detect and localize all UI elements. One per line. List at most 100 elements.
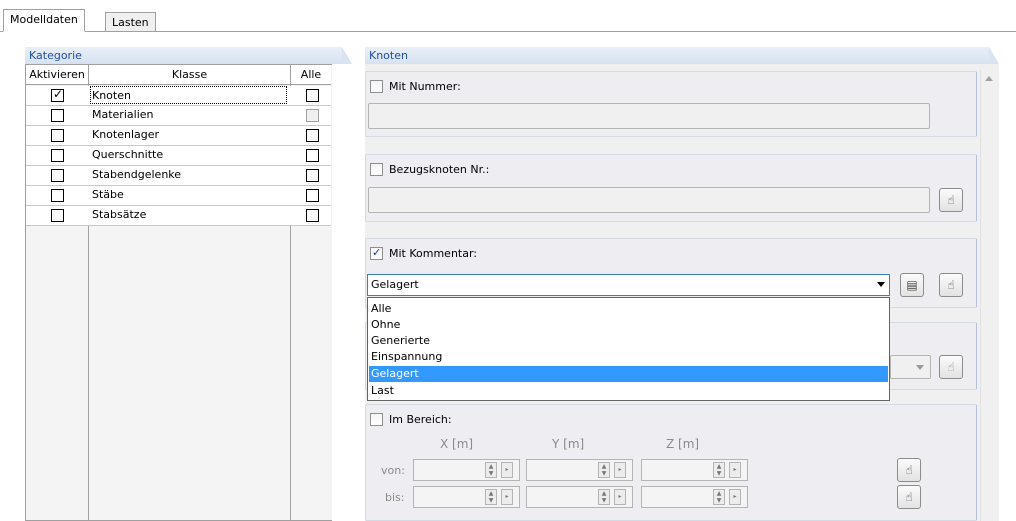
alle-checkbox[interactable] <box>306 169 319 182</box>
aktivieren-checkbox[interactable] <box>51 209 64 222</box>
von-x-input[interactable]: ▲ ▼ ▸ <box>413 459 520 481</box>
spin-arrows-icon[interactable]: ▲ ▼ <box>713 462 725 478</box>
bezugsknoten-checkbox[interactable] <box>370 163 383 176</box>
tab-separator <box>0 31 1016 32</box>
spin-right-icon[interactable]: ▸ <box>614 489 626 505</box>
alle-checkbox[interactable] <box>306 189 319 202</box>
z-axis-label: Z [m] <box>666 437 700 451</box>
bezugsknoten-pick-button[interactable]: ☝ <box>939 188 963 212</box>
spin-arrows-icon[interactable]: ▲ ▼ <box>485 489 497 505</box>
table-row[interactable]: Stäbe <box>26 186 331 206</box>
kommentar-dropdown-list: Alle Ohne Generierte Einspannung Gelager… <box>367 297 890 401</box>
von-z-input[interactable]: ▲ ▼ ▸ <box>641 459 748 481</box>
y-axis-label: Y [m] <box>552 437 585 451</box>
table-row[interactable]: Knotenlager <box>26 126 331 146</box>
mit-nummer-label: Mit Nummer: <box>389 80 461 93</box>
dropdown-option[interactable]: Generierte <box>369 333 888 349</box>
table-row[interactable]: Stabsätze <box>26 206 331 226</box>
scroll-up-icon[interactable] <box>985 76 993 81</box>
spin-right-icon[interactable]: ▸ <box>501 462 513 478</box>
header-alle: Alle <box>291 65 331 85</box>
bezugsknoten-field[interactable] <box>368 187 930 213</box>
cursor-pick-icon: ☝ <box>947 360 955 374</box>
chevron-down-icon <box>916 365 924 370</box>
spin-right-icon[interactable]: ▸ <box>729 462 741 478</box>
tab-modelldaten-label: Modelldaten <box>10 13 78 26</box>
klasse-label: Stäbe <box>92 188 124 201</box>
kategorie-header: Kategorie <box>25 47 352 64</box>
aktivieren-checkbox[interactable] <box>51 129 64 142</box>
hidden-pick-button[interactable]: ☝ <box>939 355 963 379</box>
aktivieren-checkbox[interactable] <box>51 149 64 162</box>
klasse-label: Stabsätze <box>92 208 147 221</box>
cursor-pick-icon: ☝ <box>905 490 913 504</box>
cursor-pick-icon: ☝ <box>947 278 955 292</box>
mit-kommentar-checkbox[interactable] <box>370 246 383 260</box>
klasse-label: Knoten <box>90 86 287 104</box>
aktivieren-checkbox[interactable] <box>51 109 64 122</box>
klasse-label: Stabendgelenke <box>92 168 182 181</box>
dropdown-option-selected[interactable]: Gelagert <box>369 366 888 382</box>
von-label: von: <box>381 464 405 477</box>
alle-checkbox[interactable] <box>306 89 319 102</box>
mit-nummer-field[interactable] <box>368 103 930 129</box>
mit-nummer-checkbox[interactable] <box>370 80 383 93</box>
chevron-down-icon[interactable] <box>877 282 885 287</box>
kategorie-table: Aktivieren Klasse Alle ✓ Knoten Materialie… <box>25 64 332 521</box>
bis-x-input[interactable]: ▲ ▼ ▸ <box>413 486 520 508</box>
alle-checkbox[interactable] <box>306 209 319 222</box>
header-klasse: Klasse <box>89 65 291 85</box>
klasse-label: Materialien <box>92 108 154 121</box>
table-row[interactable]: Materialien <box>26 106 331 126</box>
dropdown-option[interactable]: Einspannung <box>369 349 888 365</box>
bis-y-input[interactable]: ▲ ▼ ▸ <box>526 486 633 508</box>
dropdown-option[interactable]: Ohne <box>369 317 888 333</box>
cursor-pick-icon: ☝ <box>905 463 913 477</box>
aktivieren-checkbox[interactable] <box>51 189 64 202</box>
kommentar-pick-button[interactable]: ☝ <box>939 273 963 297</box>
von-pick-button[interactable]: ☝ <box>897 458 921 482</box>
spin-arrows-icon[interactable]: ▲ ▼ <box>598 489 610 505</box>
bis-z-input[interactable]: ▲ ▼ ▸ <box>641 486 748 508</box>
aktivieren-checkbox[interactable] <box>51 169 64 182</box>
im-bereich-checkbox[interactable] <box>370 413 383 426</box>
hidden-combobox[interactable] <box>890 355 931 379</box>
vertical-scrollbar[interactable] <box>980 70 997 521</box>
edit-list-button[interactable]: ▤ <box>900 273 924 297</box>
tab-lasten[interactable]: Lasten <box>105 12 156 32</box>
tab-modelldaten[interactable]: Modelldaten <box>3 9 85 32</box>
spin-arrows-icon[interactable]: ▲ ▼ <box>485 462 497 478</box>
alle-checkbox[interactable] <box>306 129 319 142</box>
dropdown-option[interactable]: Last <box>369 383 888 399</box>
check-icon: ✓ <box>53 87 64 101</box>
x-axis-label: X [m] <box>440 437 474 451</box>
dropdown-option[interactable]: Alle <box>369 301 888 317</box>
edit-list-icon: ▤ <box>906 278 918 292</box>
klasse-label: Knotenlager <box>92 128 160 141</box>
table-row[interactable]: ✓ Knoten <box>26 86 331 106</box>
von-y-input[interactable]: ▲ ▼ ▸ <box>526 459 633 481</box>
knoten-title: Knoten <box>369 49 408 62</box>
cursor-pick-icon: ☝ <box>947 193 955 207</box>
spin-right-icon[interactable]: ▸ <box>614 462 626 478</box>
table-row[interactable]: Stabendgelenke <box>26 166 331 186</box>
kommentar-combobox[interactable]: Gelagert <box>367 274 890 296</box>
alle-checkbox[interactable] <box>306 149 319 162</box>
header-aktivieren: Aktivieren <box>26 65 89 85</box>
table-row[interactable]: Querschnitte <box>26 146 331 166</box>
im-bereich-label: Im Bereich: <box>389 413 452 426</box>
alle-checkbox[interactable] <box>306 109 319 122</box>
bis-pick-button[interactable]: ☝ <box>897 485 921 509</box>
klasse-label: Querschnitte <box>92 148 164 161</box>
bezugsknoten-label: Bezugsknoten Nr.: <box>389 163 490 176</box>
kommentar-combobox-value: Gelagert <box>371 278 419 291</box>
bis-label: bis: <box>385 491 405 504</box>
spin-arrows-icon[interactable]: ▲ ▼ <box>598 462 610 478</box>
spin-right-icon[interactable]: ▸ <box>501 489 513 505</box>
spin-right-icon[interactable]: ▸ <box>729 489 741 505</box>
knoten-header: Knoten <box>365 47 999 64</box>
kategorie-title: Kategorie <box>29 49 82 62</box>
mit-kommentar-label: Mit Kommentar: <box>389 247 478 260</box>
spin-arrows-icon[interactable]: ▲ ▼ <box>713 489 725 505</box>
aktivieren-checkbox[interactable]: ✓ <box>51 87 64 102</box>
